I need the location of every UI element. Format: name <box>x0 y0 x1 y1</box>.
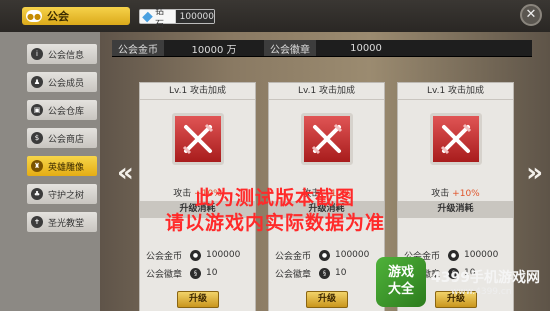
card-title: Lv.1 攻击加成 <box>398 83 513 100</box>
coin-icon: ● <box>190 249 201 261</box>
guild-gold-value: 10000 万 <box>191 44 237 56</box>
sidebar-item-label: 公会商店 <box>48 134 85 145</box>
coin-icon: ● <box>319 249 330 261</box>
site-watermark: 游戏 大全 4399手机游戏网 www.4399.cn <box>376 255 550 309</box>
cost-badge-label: 公会徽章 <box>146 269 183 280</box>
cost-row-gold: 公会金币 ● 100000 <box>275 248 379 262</box>
guild-badge-value: 10000 <box>350 42 382 54</box>
shop-icon: $ <box>31 132 43 144</box>
diamond-icon <box>142 11 153 22</box>
sidebar-item-label: 公会仓库 <box>48 106 85 117</box>
cost-gold-value: 100000 <box>335 250 370 260</box>
diamond-label: 钻石 <box>154 6 164 30</box>
sidebar-item-guild-members[interactable]: ♟ 公会成员 <box>27 72 97 92</box>
badge-icon: § <box>190 267 201 279</box>
sidebar-item-guild-info[interactable]: i 公会信息 <box>27 44 97 64</box>
logo-line1: 游戏 <box>387 265 414 280</box>
sidebar-item-guild-warehouse[interactable]: ▣ 公会仓库 <box>27 100 97 120</box>
sidebar-item-label: 公会成员 <box>48 78 85 89</box>
test-build-notice-line2: 请以游戏内实际数据为准 <box>164 212 385 234</box>
cost-gold-label: 公会金币 <box>146 251 183 262</box>
sidebar-item-guild-shop[interactable]: $ 公会商店 <box>27 128 97 148</box>
site-name: 4399手机游戏网 <box>431 270 540 286</box>
sidebar-item-label: 公会信息 <box>48 50 85 61</box>
test-build-notice-line1: 此为测试版本截图 <box>194 187 355 209</box>
statue-icon: ♜ <box>31 160 43 172</box>
cost-badge-label: 公会徽章 <box>275 269 312 280</box>
crossed-swords-icon[interactable] <box>430 113 482 165</box>
cost-row-badge: 公会徽章 § 10 <box>275 266 379 280</box>
upgrade-button[interactable]: 升级 <box>177 291 219 308</box>
close-icon[interactable]: ✕ <box>520 4 542 26</box>
warehouse-icon: ▣ <box>31 104 43 116</box>
upgrade-button[interactable]: 升级 <box>306 291 348 308</box>
crossed-swords-icon[interactable] <box>301 113 353 165</box>
guild-tab[interactable]: ●● 公会 <box>22 7 130 25</box>
cost-row-badge: 公会徽章 § 10 <box>146 266 250 280</box>
members-icon: ♟ <box>31 76 43 88</box>
card-title: Lv.1 攻击加成 <box>269 83 384 100</box>
guild-icon: ●● <box>26 10 42 22</box>
cost-badge-value: 10 <box>206 268 218 278</box>
site-url: www.4399.cn <box>451 287 512 297</box>
logo-line2: 大全 <box>387 282 414 297</box>
sidebar-item-hero-statue[interactable]: ♜ 英雄雕像 <box>27 156 97 176</box>
guild-stats-bar: 公会金币 10000 万 公会徽章 10000 <box>112 40 532 57</box>
cost-badge-value: 10 <box>335 268 347 278</box>
cost-row-gold: 公会金币 ● 100000 <box>146 248 250 262</box>
guild-tab-label: 公会 <box>47 10 69 23</box>
diamond-value: 100000 <box>175 10 214 23</box>
guild-badge-label: 公会徽章 <box>264 40 316 56</box>
badge-icon: § <box>319 267 330 279</box>
card-title: Lv.1 攻击加成 <box>140 83 255 100</box>
diamond-label-box: 钻石 <box>140 7 176 30</box>
cost-gold-label: 公会金币 <box>275 251 312 262</box>
cost-gold-value: 100000 <box>206 250 241 260</box>
top-bar: ●● 公会 钻石 100000 ✕ <box>0 0 550 32</box>
diamond-counter: 钻石 100000 <box>139 7 215 30</box>
sidebar-item-label: 英雄雕像 <box>48 162 85 173</box>
guild-gold-label: 公会金币 <box>112 40 164 56</box>
sidebar: i 公会信息 ♟ 公会成员 ▣ 公会仓库 $ 公会商店 ♜ 英雄雕像 ♣ 守护之… <box>0 32 100 311</box>
info-icon: i <box>31 48 43 60</box>
crossed-swords-icon[interactable] <box>172 113 224 165</box>
site-logo: 游戏 大全 <box>376 257 426 307</box>
